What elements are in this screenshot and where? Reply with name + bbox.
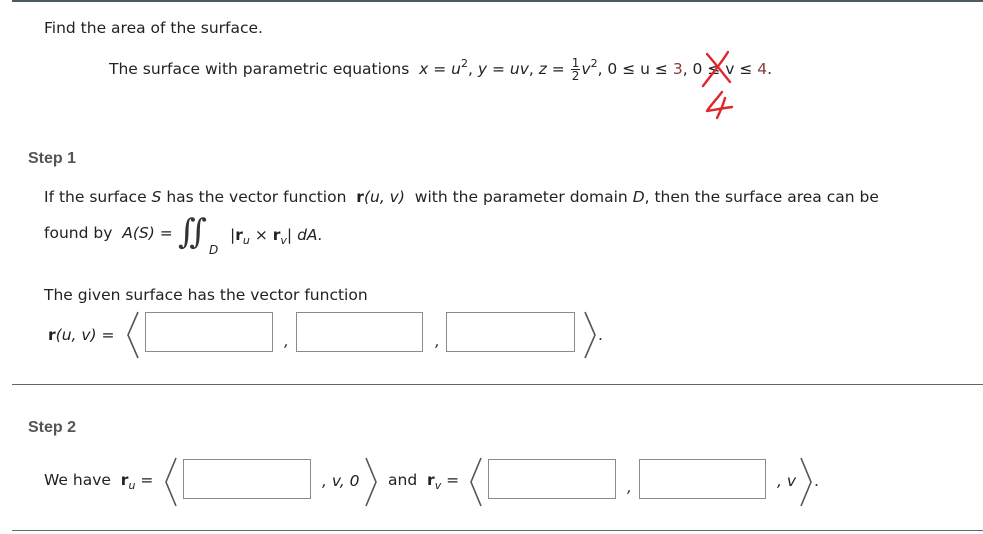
- left-angle-bracket: [469, 457, 483, 507]
- right-angle-bracket: [583, 311, 597, 359]
- step1-line2: found by A(S) =: [44, 224, 173, 242]
- given-surface-text: The given surface has the vector functio…: [44, 286, 368, 304]
- left-angle-bracket: [164, 457, 178, 507]
- left-angle-bracket: [126, 311, 140, 359]
- eq-z-exponent: 2: [590, 57, 598, 70]
- cross-out-mark: [701, 50, 732, 88]
- comma-separator: ,: [627, 478, 632, 496]
- r-component-3-field[interactable]: [447, 313, 574, 351]
- section-divider: [12, 530, 983, 531]
- and-rv: and rv =: [388, 471, 460, 492]
- rv-component-2-input[interactable]: [639, 459, 766, 499]
- r-component-3-input[interactable]: [446, 312, 575, 352]
- r-component-1-field[interactable]: [146, 313, 272, 351]
- ru-component-1-input[interactable]: [183, 459, 311, 499]
- ru-fixed-components: , v, 0: [322, 472, 360, 490]
- double-integral-symbol: ∬: [178, 212, 207, 252]
- r-component-2-field[interactable]: [297, 313, 422, 351]
- period: .: [814, 472, 819, 490]
- handwritten-four: [705, 90, 734, 120]
- step1-line1: If the surface S has the vector function…: [44, 188, 879, 206]
- rv-component-1-field[interactable]: [489, 460, 615, 498]
- r-component-1-input[interactable]: [145, 312, 273, 352]
- comma-separator: ,: [435, 332, 440, 350]
- integrand: |ru × rv| dA.: [230, 226, 323, 247]
- handwritten-annotation: [701, 50, 734, 120]
- we-have-ru: We have ru =: [44, 471, 154, 492]
- rv-fixed-components: , v: [777, 472, 797, 490]
- eq-x-exponent: 2: [461, 57, 468, 70]
- step-1-label: Step 1: [28, 150, 77, 167]
- u-upper-crossed: 3: [672, 60, 683, 78]
- r-component-2-input[interactable]: [296, 312, 423, 352]
- integral-domain: D: [209, 243, 219, 257]
- ru-component-1-field[interactable]: [184, 460, 310, 498]
- surface-description: The surface with parametric equations x …: [109, 56, 773, 83]
- top-border: [12, 0, 983, 2]
- eq-x: x = u: [419, 60, 461, 78]
- step-2-label: Step 2: [28, 419, 77, 436]
- comma-separator: ,: [284, 332, 289, 350]
- right-angle-bracket: [799, 457, 813, 507]
- eq-z-var: v: [581, 60, 591, 78]
- eq-z-prefix: z =: [538, 60, 565, 78]
- period: .: [598, 326, 603, 344]
- section-divider: [12, 384, 983, 385]
- u-range: 0 ≤ u ≤: [607, 60, 668, 78]
- right-angle-bracket: [364, 457, 378, 507]
- r-uv-label: r(u, v) =: [48, 326, 115, 344]
- v-upper: 4: [757, 60, 768, 78]
- problem-prompt: Find the area of the surface.: [44, 19, 263, 37]
- rv-component-2-field[interactable]: [640, 460, 765, 498]
- z-fraction: 12: [570, 56, 581, 83]
- surface-intro: The surface with parametric equations: [109, 60, 410, 78]
- rv-component-1-input[interactable]: [488, 459, 616, 499]
- eq-y: y = uv: [477, 60, 529, 78]
